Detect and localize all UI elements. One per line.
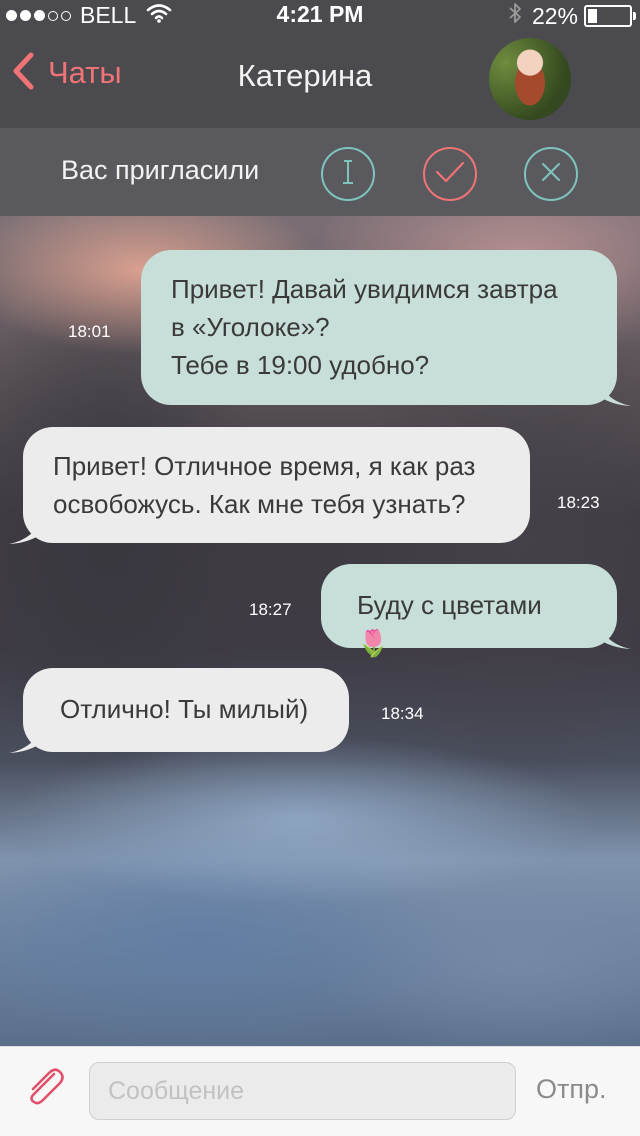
- bluetooth-icon: [508, 2, 522, 30]
- message-text: Отлично! Ты милый): [60, 694, 309, 724]
- message-bubble-outgoing[interactable]: Привет! Давай увидимся завтра в «Уголоке…: [141, 250, 631, 406]
- battery-percent: 22%: [531, 2, 578, 29]
- send-button[interactable]: Отпр.: [536, 1074, 607, 1105]
- contact-avatar[interactable]: [489, 38, 571, 120]
- chevron-left-icon: [12, 52, 34, 94]
- bubble-tail: [597, 620, 631, 649]
- battery-fill: [588, 9, 597, 23]
- message-text: Привет! Давай увидимся завтра в «Уголоке…: [171, 274, 558, 380]
- message-text: Привет! Отличное время, я как раз освобо…: [53, 451, 476, 519]
- attach-button[interactable]: [24, 1066, 66, 1110]
- battery-icon: [584, 5, 636, 27]
- message-text: Буду с цветами 🌷: [357, 590, 542, 658]
- info-icon: [338, 155, 358, 193]
- back-button-label: Чаты: [48, 55, 122, 90]
- check-icon: [434, 159, 466, 189]
- info-button[interactable]: [321, 147, 375, 201]
- accept-button[interactable]: [423, 147, 477, 201]
- status-right: 22%: [508, 2, 636, 30]
- status-bar: BELL 4:21 PM 22%: [0, 0, 640, 30]
- chat-title: Катерина: [237, 58, 373, 93]
- bubble-tail: [9, 724, 43, 753]
- message-bubble-incoming[interactable]: Отлично! Ты милый): [9, 668, 349, 753]
- message-bubble-incoming[interactable]: Привет! Отличное время, я как раз освобо…: [9, 427, 530, 544]
- message-time: 18:27: [249, 600, 292, 619]
- bubble-tail: [9, 515, 43, 544]
- message-input[interactable]: [89, 1062, 516, 1120]
- paperclip-icon: [24, 1068, 66, 1110]
- close-icon: [540, 161, 562, 187]
- message-time: 18:34: [381, 704, 424, 723]
- message-time: 18:01: [68, 322, 111, 341]
- message-time: 18:23: [557, 493, 600, 512]
- decline-button[interactable]: [524, 147, 578, 201]
- back-button[interactable]: Чаты: [12, 52, 122, 94]
- message-bubble-outgoing[interactable]: Буду с цветами 🌷: [321, 564, 631, 658]
- bubble-tail: [597, 377, 631, 406]
- invite-text: Вас пригласили: [61, 155, 260, 185]
